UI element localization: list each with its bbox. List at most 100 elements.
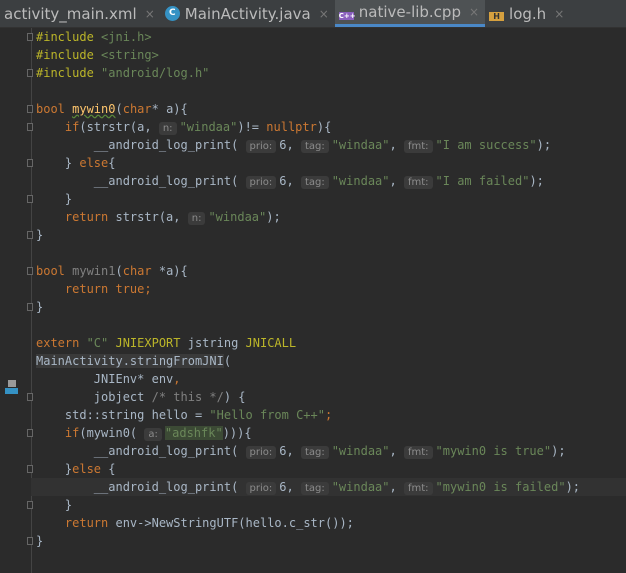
code-token: ,: [389, 444, 404, 458]
fold-marker-icon[interactable]: [27, 501, 33, 509]
code-area[interactable]: #include <jni.h> #include <string> #includ…: [31, 28, 626, 550]
code-token: "I am failed": [435, 174, 530, 188]
fold-marker-icon[interactable]: [27, 267, 33, 275]
fold-marker-icon[interactable]: [27, 105, 33, 113]
fold-marker-icon[interactable]: [27, 231, 33, 239]
tab-label: native-lib.cpp: [358, 3, 461, 21]
code-editor[interactable]: #include <jni.h> #include <string> #includ…: [0, 28, 626, 573]
code-token: "windaa": [331, 444, 390, 458]
code-token: {: [108, 462, 116, 476]
code-line: MainActivity.stringFromJNI(: [36, 352, 626, 370]
code-token: ){: [316, 120, 332, 134]
code-token: );: [529, 174, 544, 188]
code-token: }: [36, 228, 44, 242]
close-tab-icon[interactable]: ×: [145, 7, 155, 21]
jni-navigate-icon[interactable]: [4, 380, 18, 394]
code-token: "windaa": [208, 210, 267, 224]
code-token: return: [64, 516, 116, 530]
tab-log-h[interactable]: Hlog.h ×: [485, 0, 570, 27]
code-token: mywin1: [72, 264, 116, 278]
code-token: 6,: [279, 174, 301, 188]
close-tab-icon[interactable]: ×: [319, 7, 329, 21]
tab-mainactivity-java[interactable]: C MainActivity.java ×: [161, 0, 335, 27]
code-token: {: [108, 156, 116, 170]
parameter-hint: prio:: [245, 446, 277, 459]
code-token: (strstr(a,: [79, 120, 159, 134]
parameter-hint: fmt:: [403, 176, 433, 189]
tab-label: activity_main.xml: [4, 4, 137, 23]
code-line: return env->NewStringUTF(hello.c_str());: [36, 514, 626, 532]
code-token: if: [64, 426, 80, 440]
code-token: );: [536, 138, 552, 152]
fold-marker-icon[interactable]: [27, 429, 33, 437]
fold-marker-icon[interactable]: [27, 537, 33, 545]
code-token: "Hello from C++": [209, 408, 325, 422]
code-line: #include <jni.h>: [36, 28, 626, 46]
code-token: #include: [36, 48, 102, 62]
code-token: if: [64, 120, 80, 134]
code-line: } else{: [36, 154, 626, 172]
fold-marker-icon[interactable]: [27, 33, 33, 41]
tab-native-lib-cpp[interactable]: C++ native-lib.cpp ×: [334, 0, 486, 27]
parameter-hint: fmt:: [403, 446, 433, 459]
parameter-hint: fmt:: [403, 140, 433, 153]
code-token: "mywin0 is true": [435, 444, 552, 458]
code-token: #include: [36, 30, 102, 44]
parameter-hint: n:: [187, 212, 206, 225]
code-token: "windaa": [331, 174, 390, 188]
fold-marker-icon[interactable]: [27, 303, 33, 311]
code-token: "windaa": [331, 480, 390, 494]
code-line: std::string hello = "Hello from C++";: [36, 406, 626, 424]
code-token: "mywin0 is failed": [435, 480, 566, 494]
code-token: );: [266, 210, 281, 224]
code-token: __android_log_print(: [36, 138, 246, 152]
tab-activity-main-xml[interactable]: activity_main.xml ×: [0, 0, 161, 27]
parameter-hint: prio:: [245, 140, 277, 153]
close-tab-icon[interactable]: ×: [469, 5, 479, 19]
code-token: return: [64, 210, 116, 224]
code-token: <jni.h>: [101, 30, 152, 44]
code-token: "android/log.h": [101, 66, 210, 80]
code-token: "I am success": [435, 138, 537, 152]
code-token: __android_log_print(: [36, 174, 246, 188]
code-line: return true;: [36, 280, 626, 298]
code-token: env->NewStringUTF(hello.c_str());: [115, 516, 354, 530]
parameter-hint: fmt:: [403, 482, 433, 495]
code-token: }: [36, 192, 73, 206]
code-token: }: [36, 498, 73, 512]
fold-marker-icon[interactable]: [27, 465, 33, 473]
parameter-hint: prio:: [245, 176, 277, 189]
code-line: }: [36, 190, 626, 208]
code-token: 6,: [279, 444, 301, 458]
fold-marker-icon[interactable]: [27, 393, 33, 401]
fold-marker-icon[interactable]: [27, 195, 33, 203]
code-line: jobject /* this */) {: [36, 388, 626, 406]
code-token: );: [565, 480, 581, 494]
code-token: ;: [324, 408, 333, 422]
parameter-hint: prio:: [245, 482, 277, 495]
fold-marker-icon[interactable]: [27, 69, 33, 77]
code-token: strstr(a,: [115, 210, 188, 224]
code-line: __android_log_print( prio: 6, tag: "windaa…: [31, 478, 626, 496]
parameter-hint: n:: [158, 122, 177, 135]
fold-marker-icon[interactable]: [27, 123, 33, 131]
parameter-hint: a:: [144, 428, 162, 441]
code-line: __android_log_print( prio: 6, tag: "windaa…: [36, 136, 626, 154]
code-token: (: [115, 102, 123, 116]
code-line: #include <string>: [36, 46, 626, 64]
close-tab-icon[interactable]: ×: [554, 7, 564, 21]
code-token: (: [115, 264, 123, 278]
code-token: JNIEnv* env: [36, 372, 174, 386]
code-token: <string>: [101, 48, 159, 62]
cpp-file-icon: C++: [338, 11, 356, 20]
tab-label: MainActivity.java: [184, 4, 311, 23]
code-token: }: [36, 462, 73, 476]
code-token: ) {: [223, 390, 246, 404]
fold-marker-icon[interactable]: [27, 159, 33, 167]
code-token: "windaa": [179, 120, 238, 134]
code-line: bool mywin0(char* a){: [36, 100, 626, 118]
